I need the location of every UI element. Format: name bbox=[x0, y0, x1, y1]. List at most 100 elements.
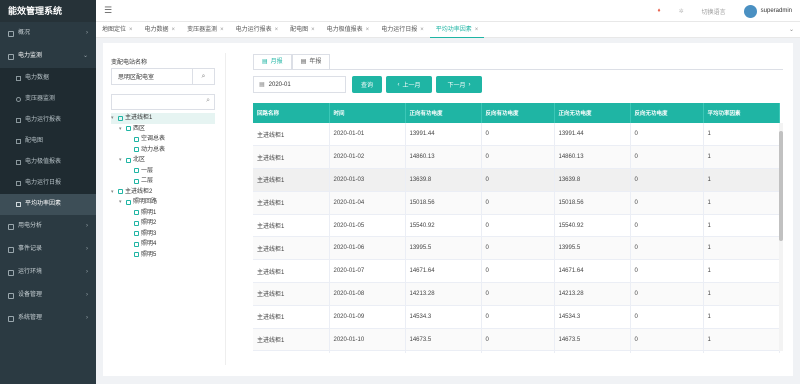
tab-power-data[interactable]: 电力数据 × bbox=[139, 22, 182, 38]
checkbox[interactable] bbox=[126, 157, 131, 163]
checkbox[interactable] bbox=[134, 220, 139, 226]
search-icon[interactable]: ⌕ bbox=[192, 69, 214, 84]
tree-node[interactable]: 动力总表 bbox=[111, 145, 215, 156]
prev-month-button[interactable]: ‹ 上一月 bbox=[386, 76, 432, 93]
sidebar-item-devices[interactable]: 设备管理 › bbox=[0, 284, 96, 307]
column-header[interactable]: 平均功率因素 bbox=[703, 103, 780, 123]
tree-node[interactable]: 照明2 bbox=[111, 218, 215, 229]
tree-search-input[interactable]: ⌕ bbox=[111, 94, 215, 110]
sidebar-subitem-distribution[interactable]: 配电图 bbox=[0, 131, 96, 152]
tree-node[interactable]: ▾ 照明回路 bbox=[111, 197, 215, 208]
tree-node[interactable]: ▾ 主进线柜1 bbox=[111, 113, 215, 124]
chevron-down-icon[interactable]: ▾ bbox=[119, 155, 124, 166]
column-header[interactable]: 反向无功电度 bbox=[630, 103, 704, 123]
close-icon[interactable]: × bbox=[275, 27, 279, 33]
checkbox[interactable] bbox=[126, 199, 131, 205]
menu-toggle-icon[interactable]: ☰ bbox=[104, 5, 112, 16]
sidebar-item-environment[interactable]: 运行环境 › bbox=[0, 261, 96, 284]
station-select[interactable]: 思明区配电室 ⌕ bbox=[111, 68, 215, 85]
next-month-button[interactable]: 下一月 › bbox=[436, 76, 482, 93]
checkbox[interactable] bbox=[118, 115, 123, 121]
checkbox[interactable] bbox=[134, 231, 139, 237]
close-icon[interactable]: × bbox=[172, 27, 176, 33]
sidebar-item-overview[interactable]: 概况 › bbox=[0, 22, 96, 45]
sidebar-subitem-transformer[interactable]: 变压器监测 bbox=[0, 89, 96, 110]
checkbox[interactable] bbox=[134, 136, 139, 142]
sidebar-subitem-extreme[interactable]: 电力极值报表 bbox=[0, 152, 96, 173]
close-icon[interactable]: × bbox=[475, 27, 479, 33]
tree-node[interactable]: 照明3 bbox=[111, 229, 215, 240]
table-cell: 13991.44 bbox=[405, 123, 482, 147]
sidebar-subitem-daily[interactable]: 电力运行日报 bbox=[0, 173, 96, 194]
tab-map[interactable]: 地图定位 × bbox=[96, 22, 139, 38]
checkbox[interactable] bbox=[134, 178, 139, 184]
close-icon[interactable]: × bbox=[311, 27, 315, 33]
sidebar-subitem-run-report[interactable]: 电力运行报表 bbox=[0, 110, 96, 131]
scrollbar-thumb[interactable] bbox=[779, 131, 783, 241]
table-row[interactable]: 主进线柜1 2020-01-10 14673.5 0 14673.5 0 1 bbox=[253, 328, 780, 352]
column-header[interactable]: 反向有功电度 bbox=[481, 103, 555, 123]
tree-node[interactable]: ▾ 北区 bbox=[111, 155, 215, 166]
table-row[interactable]: 主进线柜1 2020-01-03 13639.8 0 13639.8 0 1 bbox=[253, 168, 780, 192]
tab-daily[interactable]: 电力运行日报 × bbox=[375, 22, 430, 38]
tree-node[interactable]: 照明1 bbox=[111, 208, 215, 219]
language-switch[interactable]: 切换语言 bbox=[702, 7, 726, 16]
sidebar-item-power-monitor[interactable]: 电力监测 ⌄ bbox=[0, 45, 96, 68]
chevron-down-icon[interactable]: ▾ bbox=[119, 124, 124, 135]
checkbox[interactable] bbox=[126, 126, 131, 132]
tree-node[interactable]: 照明4 bbox=[111, 239, 215, 250]
column-header[interactable]: 正向无功电度 bbox=[554, 103, 631, 123]
tree-node[interactable]: ▾ 西区 bbox=[111, 124, 215, 135]
sidebar-item-events[interactable]: 事件记录 › bbox=[0, 238, 96, 261]
checkbox[interactable] bbox=[134, 210, 139, 216]
gear-icon[interactable]: ✲ bbox=[679, 8, 684, 15]
table-row[interactable]: 主进线柜1 2020-01-04 15018.56 0 15018.56 0 1 bbox=[253, 191, 780, 215]
checkbox[interactable] bbox=[134, 168, 139, 174]
tab-power-factor[interactable]: 平均功率因素 × bbox=[429, 22, 485, 38]
table-row[interactable]: 主进线柜1 2020-01-01 13991.44 0 13991.44 0 1 bbox=[253, 123, 780, 147]
tab-distribution[interactable]: 配电图 × bbox=[284, 22, 321, 38]
checkbox[interactable] bbox=[134, 241, 139, 247]
sidebar-item-system[interactable]: 系统管理 › bbox=[0, 307, 96, 330]
user-menu[interactable]: superadmin bbox=[743, 4, 792, 18]
month-picker[interactable]: ▦ 2020-01 bbox=[253, 76, 346, 93]
table-row[interactable]: 主进线柜1 2020-01-02 14860.13 0 14860.13 0 1 bbox=[253, 145, 780, 170]
sidebar-subitem-power-factor[interactable]: 平均功率因素 bbox=[0, 194, 96, 215]
checkbox[interactable] bbox=[134, 147, 139, 153]
tab-month-report[interactable]: ▤ 月报 bbox=[253, 54, 292, 70]
close-icon[interactable]: × bbox=[420, 27, 424, 33]
chevron-down-icon[interactable]: ▾ bbox=[111, 113, 116, 124]
query-button[interactable]: 查询 bbox=[352, 76, 382, 93]
table-scrollbar[interactable] bbox=[779, 123, 783, 351]
close-icon[interactable]: × bbox=[220, 27, 224, 33]
close-icon[interactable]: × bbox=[129, 27, 133, 33]
tab-run-report[interactable]: 电力运行报表 × bbox=[230, 22, 285, 38]
column-header[interactable]: 回路名称 bbox=[253, 103, 330, 123]
column-header[interactable]: 正向有功电度 bbox=[405, 103, 482, 123]
chevron-down-icon[interactable]: ▾ bbox=[119, 197, 124, 208]
tree-node[interactable]: 空调总表 bbox=[111, 134, 215, 145]
fire-alert-icon[interactable]: ♦ bbox=[658, 8, 661, 14]
chevron-down-icon[interactable]: ▾ bbox=[111, 187, 116, 198]
tree-node[interactable]: ▾ 主进线柜2 bbox=[111, 187, 215, 198]
tab-transformer[interactable]: 变压器监测 × bbox=[181, 22, 230, 38]
table-row[interactable]: 主进线柜1 2020-01-07 14671.64 0 14671.64 0 1 bbox=[253, 259, 780, 284]
table-cell: 1 bbox=[703, 214, 780, 238]
table-row[interactable]: 主进线柜12020-01-1114873.45014873.4501 bbox=[253, 350, 780, 353]
tree-node[interactable]: 二层 bbox=[111, 176, 215, 187]
checkbox[interactable] bbox=[118, 189, 123, 195]
sidebar-subitem-power-data[interactable]: 电力数据 bbox=[0, 68, 96, 89]
tab-extreme[interactable]: 电力极值报表 × bbox=[321, 22, 376, 38]
tree-node[interactable]: 照明5 bbox=[111, 250, 215, 261]
tree-node[interactable]: 一层 bbox=[111, 166, 215, 177]
column-header[interactable]: 时间 bbox=[329, 103, 406, 123]
table-row[interactable]: 主进线柜1 2020-01-08 14213.28 0 14213.28 0 1 bbox=[253, 282, 780, 306]
table-row[interactable]: 主进线柜1 2020-01-05 15540.92 0 15540.92 0 1 bbox=[253, 214, 780, 238]
close-icon[interactable]: × bbox=[366, 27, 370, 33]
chevron-down-icon[interactable]: ⌄ bbox=[789, 22, 794, 38]
table-row[interactable]: 主进线柜1 2020-01-09 14534.3 0 14534.3 0 1 bbox=[253, 305, 780, 329]
tab-year-report[interactable]: ▤ 年报 bbox=[291, 54, 331, 70]
table-row[interactable]: 主进线柜1 2020-01-06 13995.5 0 13995.5 0 1 bbox=[253, 236, 780, 261]
sidebar-item-usage-analysis[interactable]: 用电分析 › bbox=[0, 215, 96, 238]
checkbox[interactable] bbox=[134, 252, 139, 258]
